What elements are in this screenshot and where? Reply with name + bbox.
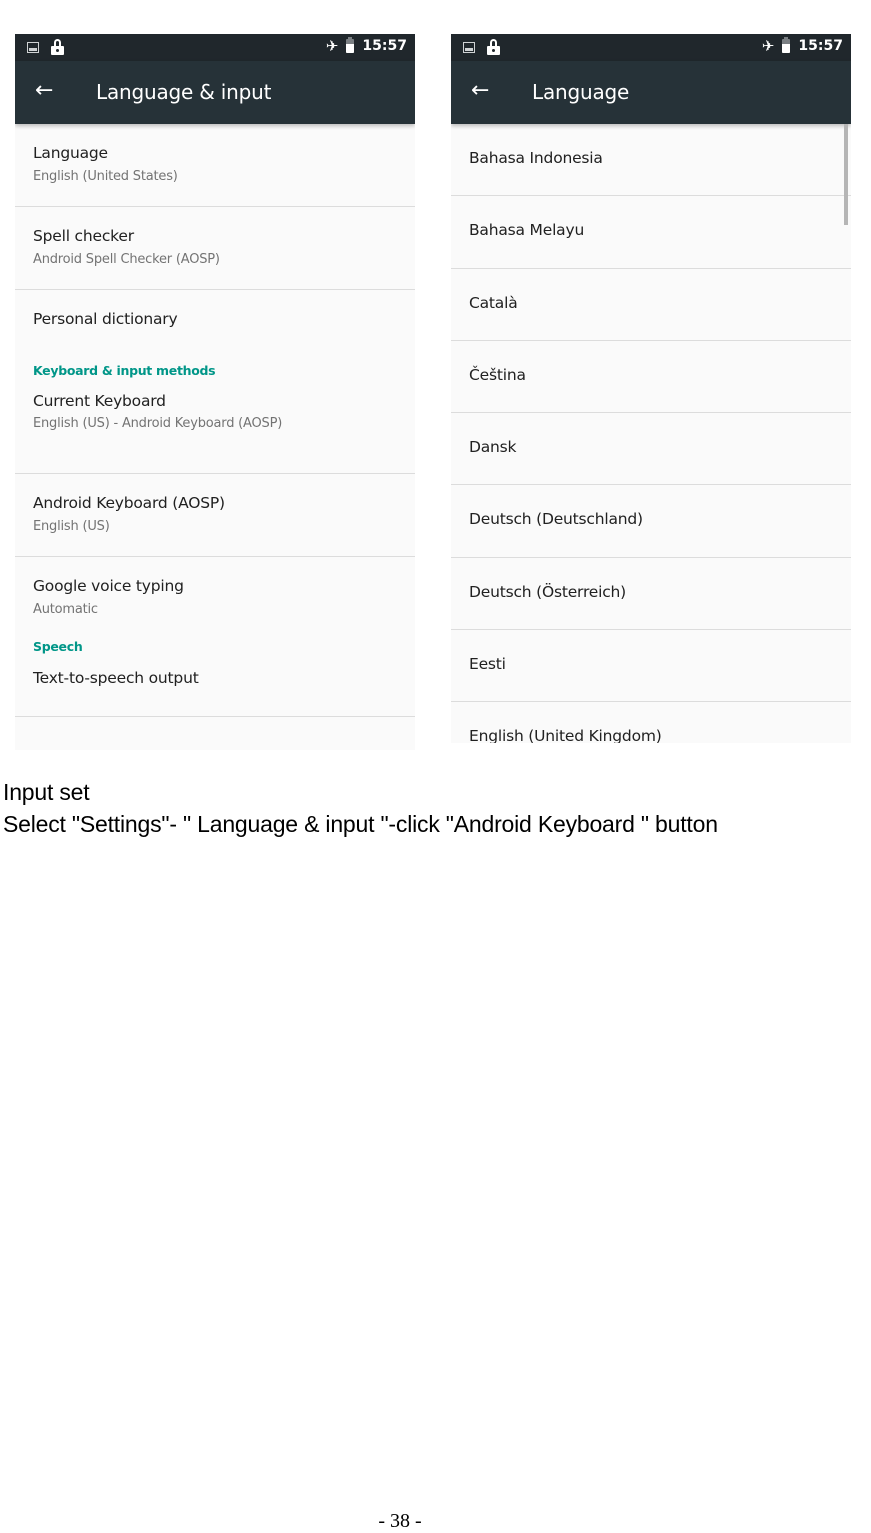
app-bar: ← Language & input [15,61,415,124]
language-item[interactable]: English (United Kingdom) [451,702,851,743]
language-label: Dansk [469,438,517,457]
pref-summary: English (US) [33,519,110,534]
language-item[interactable]: Čeština [451,341,851,414]
pref-title: Personal dictionary [33,310,178,328]
airplane-mode-icon: ✈ [761,36,775,55]
language-item[interactable]: Deutsch (Deutschland) [451,485,851,558]
pref-summary: Automatic [33,602,98,617]
pref-android-keyboard[interactable]: Android Keyboard (AOSP) English (US) [15,474,415,557]
app-bar: ← Language [451,61,851,124]
pref-summary: English (United States) [33,169,178,184]
image-notification-icon [27,41,39,53]
language-label: Català [469,293,518,312]
pref-summary: English (US) - Android Keyboard (AOSP) [33,416,283,431]
category-speech: Speech [15,639,415,669]
status-bar: ✈ 15:57 [15,34,415,61]
section-heading: Input set [3,779,90,805]
pref-text-to-speech[interactable]: Text-to-speech output [15,669,415,717]
scrollbar[interactable] [844,124,848,225]
airplane-mode-icon: ✈ [325,36,339,55]
settings-list: Language English (United States) Spell c… [15,124,415,717]
lock-icon [487,39,500,55]
language-label: English (United Kingdom) [469,727,662,743]
pref-current-keyboard[interactable]: Current Keyboard English (US) - Android … [15,392,415,474]
battery-icon [346,37,355,53]
pref-title: Current Keyboard [33,392,166,410]
pref-title: Spell checker [33,227,134,245]
instruction-text: Select "Settings"- " Language & input "-… [3,811,718,837]
pref-google-voice-typing[interactable]: Google voice typing Automatic [15,557,415,639]
lock-icon [51,39,64,55]
language-label: Eesti [469,655,506,674]
pref-personal-dictionary[interactable]: Personal dictionary [15,290,415,350]
language-label: Bahasa Melayu [469,221,585,240]
pref-language[interactable]: Language English (United States) [15,124,415,207]
back-arrow-icon[interactable]: ← [35,78,53,104]
language-screen: ✈ 15:57 ← Language Bahasa Indonesia Baha… [451,34,851,743]
status-bar: ✈ 15:57 [451,34,851,61]
category-title: Speech [33,639,83,654]
language-and-input-screen: ✈ 15:57 ← Language & input Language Engl… [15,34,415,750]
pref-summary: Android Spell Checker (AOSP) [33,252,220,267]
language-item[interactable]: Català [451,269,851,341]
language-item[interactable]: Bahasa Melayu [451,196,851,269]
language-item[interactable]: Deutsch (Österreich) [451,558,851,631]
status-time: 15:57 [362,38,407,54]
pref-title: Text-to-speech output [33,669,199,687]
category-keyboard-input-methods: Keyboard & input methods [15,350,415,392]
category-title: Keyboard & input methods [33,363,216,378]
language-label: Deutsch (Deutschland) [469,510,643,529]
battery-icon [782,37,791,53]
language-item[interactable]: Eesti [451,630,851,703]
pref-spell-checker[interactable]: Spell checker Android Spell Checker (AOS… [15,207,415,290]
language-label: Bahasa Indonesia [469,149,603,167]
status-time: 15:57 [798,38,843,54]
language-label: Čeština [469,365,526,384]
screen-title: Language & input [96,80,272,104]
language-item[interactable]: Bahasa Indonesia [451,124,851,197]
language-label: Deutsch (Österreich) [469,582,627,601]
back-arrow-icon[interactable]: ← [471,78,489,104]
language-item[interactable]: Dansk [451,413,851,486]
pref-title: Android Keyboard (AOSP) [33,494,225,512]
image-notification-icon [463,41,475,53]
page-number: - 38 - [378,1510,422,1532]
pref-title: Language [33,144,108,162]
language-list: Bahasa Indonesia Bahasa Melayu Català Če… [451,124,851,743]
screen-title: Language [532,80,630,104]
pref-title: Google voice typing [33,577,184,595]
